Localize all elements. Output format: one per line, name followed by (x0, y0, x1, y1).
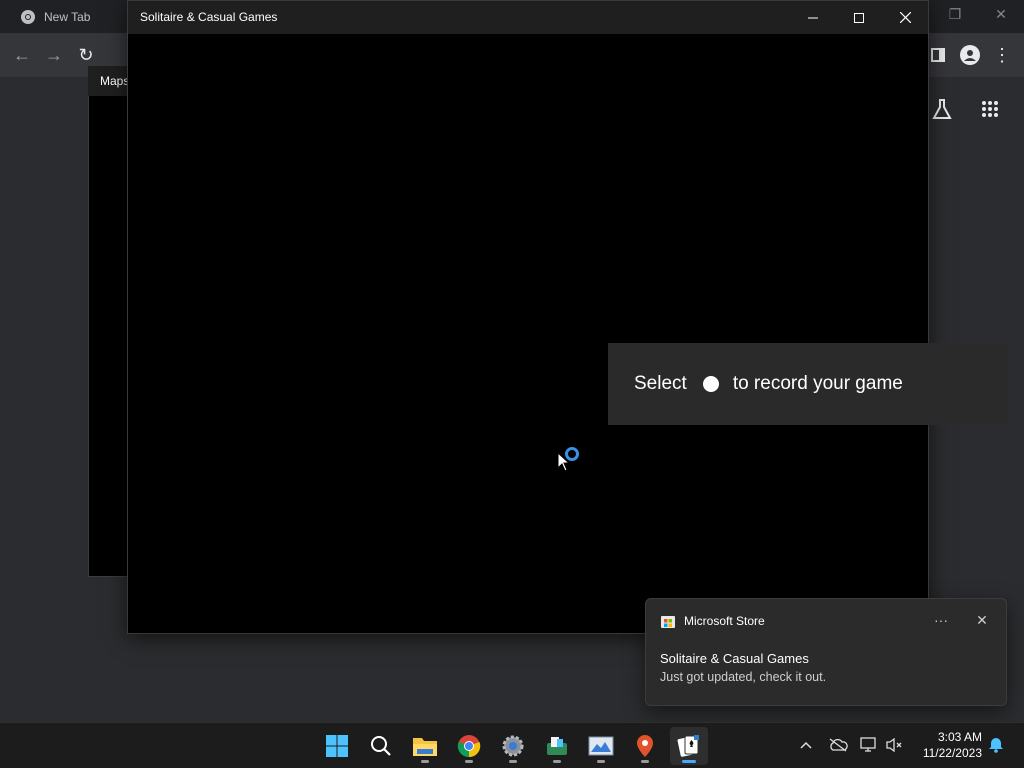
gear-icon (502, 735, 524, 757)
minimize-icon (808, 17, 818, 18)
notification-heading: Solitaire & Casual Games (660, 651, 809, 666)
notification-bell-icon[interactable] (986, 735, 1006, 755)
maximize-button[interactable] (836, 1, 882, 34)
running-indicator (421, 760, 429, 763)
taskbar-settings[interactable] (494, 727, 532, 765)
taskbar-start-button[interactable] (318, 727, 356, 765)
record-dot-icon (702, 376, 719, 392)
notification-app-name: Microsoft Store (684, 614, 765, 628)
photos-icon (588, 736, 614, 756)
side-panel-icon[interactable] (926, 43, 950, 67)
microsoft-store-icon (661, 616, 675, 628)
maximize-icon (854, 12, 864, 23)
taskbar-solitaire[interactable] (670, 727, 708, 765)
taskbar: 3:03 AM 11/22/2023 (0, 722, 1024, 768)
notification-close-button[interactable]: ✕ (971, 609, 993, 631)
folder-icon (413, 738, 437, 756)
cards-icon (677, 735, 699, 757)
map-pin-icon (637, 735, 653, 757)
close-icon (899, 12, 911, 23)
restore-icon[interactable]: ❐ (943, 4, 967, 24)
running-indicator (641, 760, 649, 763)
show-hidden-icons-icon[interactable] (796, 735, 816, 755)
running-indicator (597, 760, 605, 763)
maps-window-title: Maps (100, 74, 130, 88)
notification-toast[interactable]: Microsoft Store ··· ✕ Solitaire & Casual… (645, 598, 1007, 706)
gamebar-tip-suffix: to record your game (732, 373, 903, 394)
running-indicator (682, 760, 696, 763)
notification-body: Just got updated, check it out. (660, 670, 827, 684)
labs-icon[interactable] (930, 97, 954, 121)
running-indicator (465, 760, 473, 763)
profile-icon[interactable] (958, 43, 982, 67)
running-indicator (553, 760, 561, 763)
network-icon[interactable] (859, 735, 879, 755)
forward-icon[interactable]: → (42, 43, 66, 67)
gamebar-tip-prefix: Select (634, 373, 687, 394)
chrome-tab[interactable]: New Tab (8, 0, 128, 33)
chrome-tab-icon (21, 9, 35, 24)
solitaire-window-title: Solitaire & Casual Games (140, 10, 278, 24)
solitaire-titlebar[interactable]: Solitaire & Casual Games (128, 1, 928, 34)
taskbar-file-explorer[interactable] (406, 727, 444, 765)
notification-more-button[interactable]: ··· (930, 609, 952, 631)
taskbar-photos[interactable] (582, 727, 620, 765)
clock-time: 3:03 AM (937, 730, 982, 744)
apps-grid-icon[interactable] (978, 97, 1002, 121)
close-button[interactable] (882, 1, 928, 34)
reload-icon[interactable]: ↻ (74, 43, 98, 67)
mouse-cursor-icon (557, 452, 571, 472)
close-icon[interactable]: ✕ (989, 4, 1013, 24)
minimize-button[interactable] (790, 1, 836, 34)
back-icon[interactable]: ← (10, 43, 34, 67)
taskbar-maps[interactable] (626, 727, 664, 765)
clock-date: 11/22/2023 (922, 746, 982, 760)
more-icon[interactable]: ⋮ (990, 43, 1014, 67)
volume-muted-icon[interactable] (885, 735, 905, 755)
search-icon (371, 736, 391, 756)
windows-logo-icon (326, 735, 348, 757)
running-indicator (509, 760, 517, 763)
solitaire-window[interactable]: Solitaire & Casual Games (127, 0, 929, 634)
taskbar-search-button[interactable] (362, 727, 400, 765)
taskbar-chrome[interactable] (450, 727, 488, 765)
chrome-tab-title: New Tab (44, 9, 91, 24)
chrome-icon (457, 735, 481, 758)
taskbar-app[interactable] (538, 727, 576, 765)
app-icon (547, 737, 567, 755)
taskbar-clock[interactable]: 3:03 AM 11/22/2023 (910, 729, 982, 761)
gamebar-record-tip: Select to record your game (608, 343, 1008, 425)
onedrive-icon[interactable] (828, 735, 848, 755)
